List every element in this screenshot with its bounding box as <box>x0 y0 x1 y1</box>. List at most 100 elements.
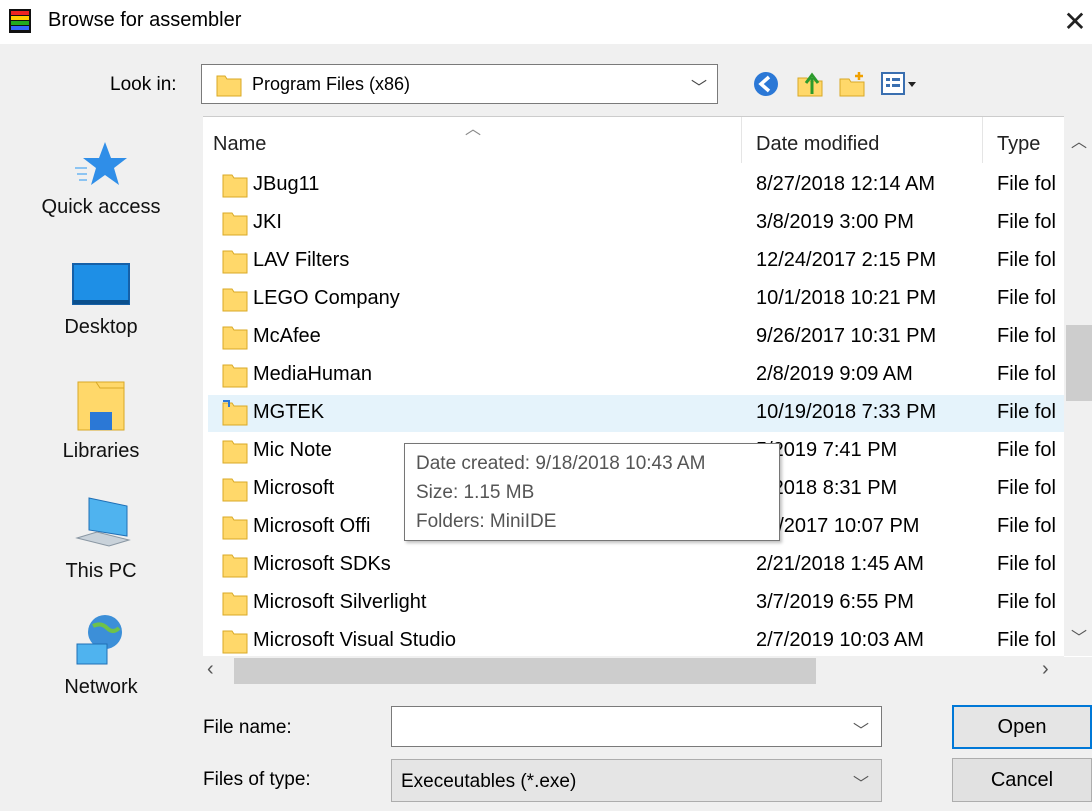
file-date: 8/27/2018 12:14 AM <box>756 173 936 195</box>
folder-icon <box>222 212 248 236</box>
file-date: 12/24/2017 2:15 PM <box>756 249 937 271</box>
computer-icon <box>75 497 131 547</box>
sort-ascending-icon: ︿ <box>465 121 482 138</box>
file-name-combo[interactable]: ﹀ <box>391 706 882 747</box>
folder-icon <box>222 440 248 464</box>
place-libraries[interactable]: Libraries <box>30 378 172 463</box>
file-date: 2/21/2018 1:45 AM <box>756 553 924 575</box>
column-header-type[interactable]: Type <box>997 133 1040 156</box>
list-item[interactable]: LEGO Company 10/1/2018 10:21 PM File fol <box>208 281 1068 318</box>
file-name: MediaHuman <box>253 363 372 385</box>
folder-icon <box>222 592 248 616</box>
column-header-date-modified[interactable]: Date modified <box>756 133 879 156</box>
file-type: File fol <box>997 591 1056 613</box>
file-date: 10/1/2018 10:21 PM <box>756 287 937 309</box>
folder-icon <box>222 630 248 654</box>
file-name: Microsoft SDKs <box>253 553 391 575</box>
view-menu-icon[interactable] <box>880 70 920 98</box>
place-network[interactable]: Network <box>30 612 172 699</box>
folder-icon <box>222 174 248 198</box>
look-in-value: Program Files (x86) <box>252 74 411 94</box>
chevron-down-icon: ﹀ <box>690 80 707 97</box>
files-of-type-value: Execeutables (*.exe) <box>401 771 577 792</box>
list-item[interactable]: MGTEK 10/19/2018 7:33 PM File fol <box>208 395 1068 432</box>
folder-icon <box>222 554 248 578</box>
window-title: Browse for assembler <box>48 9 242 31</box>
file-name: JBug11 <box>253 173 320 195</box>
libraries-icon <box>77 381 125 431</box>
column-header-name[interactable]: Name <box>213 133 266 156</box>
folder-icon <box>216 75 242 97</box>
folder-icon <box>222 288 248 312</box>
file-name: LAV Filters <box>253 249 350 271</box>
back-icon[interactable] <box>752 70 780 98</box>
list-item[interactable]: JKI 3/8/2019 3:00 PM File fol <box>208 205 1068 242</box>
file-name: Microsoft Visual Studio <box>253 629 457 651</box>
file-type: File fol <box>997 287 1056 309</box>
place-this-pc[interactable]: This PC <box>30 496 172 583</box>
tooltip-size: Size: 1.15 MB <box>416 482 535 503</box>
folder-icon <box>222 250 248 274</box>
desktop-icon <box>72 263 130 305</box>
list-item[interactable]: MediaHuman 2/8/2019 9:09 AM File fol <box>208 357 1068 394</box>
file-type: File fol <box>997 629 1056 651</box>
file-type: File fol <box>997 325 1056 347</box>
file-type: File fol <box>997 477 1056 499</box>
file-name: Microsoft Offi <box>253 515 371 537</box>
shortcut-folder-icon <box>222 400 248 426</box>
list-item[interactable]: JBug11 8/27/2018 12:14 AM File fol <box>208 167 1068 204</box>
file-date: 2/7/2019 10:03 AM <box>756 629 924 651</box>
folder-icon <box>222 516 248 540</box>
file-type: File fol <box>997 363 1056 385</box>
tooltip-folders: Folders: MiniIDE <box>416 511 557 532</box>
list-item[interactable]: Microsoft SDKs 2/21/2018 1:45 AM File fol <box>208 547 1068 584</box>
file-name: Microsoft Silverlight <box>253 591 427 613</box>
file-type: File fol <box>997 401 1056 423</box>
close-button[interactable]: ✕ <box>1058 4 1092 40</box>
network-icon <box>76 615 122 665</box>
scroll-left-icon[interactable]: ‹ <box>207 658 214 681</box>
look-in-dropdown[interactable]: Program Files (x86) ﹀ <box>201 64 718 104</box>
file-name: Microsoft <box>253 477 335 499</box>
place-label: This PC <box>65 560 137 582</box>
files-of-type-label: Files of type: <box>203 769 311 790</box>
scroll-up-icon[interactable]: ︿ <box>1071 128 1087 152</box>
folder-icon <box>222 326 248 350</box>
files-of-type-dropdown[interactable]: Execeutables (*.exe) ﹀ <box>391 759 882 802</box>
scroll-down-icon[interactable]: ﹀ <box>1071 624 1087 648</box>
file-name: MGTEK <box>253 401 325 423</box>
open-button[interactable]: Open <box>952 705 1092 749</box>
list-item[interactable]: Microsoft Silverlight 3/7/2019 6:55 PM Fil… <box>208 585 1068 622</box>
vertical-scroll-thumb[interactable] <box>1066 325 1092 401</box>
list-item[interactable]: LAV Filters 12/24/2017 2:15 PM File fol <box>208 243 1068 280</box>
file-date: 9/26/2017 10:31 PM <box>756 325 937 347</box>
file-name-input[interactable] <box>398 713 842 741</box>
file-type: File fol <box>997 439 1056 461</box>
new-folder-icon[interactable] <box>838 70 866 98</box>
file-date: 3/8/2019 3:00 PM <box>756 211 914 233</box>
file-list[interactable]: Name ︿ Date modified Type JBug11 8/27/201… <box>203 116 1092 657</box>
place-desktop[interactable]: Desktop <box>30 262 172 339</box>
file-type: File fol <box>997 553 1056 575</box>
cancel-button[interactable]: Cancel <box>952 758 1092 802</box>
column-divider <box>982 117 983 163</box>
file-name-label: File name: <box>203 717 292 738</box>
list-item[interactable]: Microsoft Visual Studio 2/7/2019 10:03 AM… <box>208 623 1068 657</box>
file-type: File fol <box>997 249 1056 271</box>
tooltip-created: Date created: 9/18/2018 10:43 AM <box>416 453 706 474</box>
place-quick-access[interactable]: Quick access <box>30 138 172 219</box>
chevron-down-icon: ﹀ <box>852 776 869 793</box>
file-name: LEGO Company <box>253 287 400 309</box>
place-label: Quick access <box>41 196 161 218</box>
chevron-down-icon[interactable]: ﹀ <box>853 717 869 741</box>
file-date: 26/2017 10:07 PM <box>756 515 920 537</box>
list-item[interactable]: McAfee 9/26/2017 10:31 PM File fol <box>208 319 1068 356</box>
column-divider <box>741 117 742 163</box>
folder-tooltip: Date created: 9/18/2018 10:43 AM Size: 1… <box>404 443 780 541</box>
folder-icon <box>222 364 248 388</box>
folder-icon <box>222 478 248 502</box>
horizontal-scroll-thumb[interactable] <box>234 658 816 684</box>
up-folder-icon[interactable] <box>796 70 824 98</box>
scroll-right-icon[interactable]: › <box>1042 658 1049 681</box>
file-type: File fol <box>997 515 1056 537</box>
